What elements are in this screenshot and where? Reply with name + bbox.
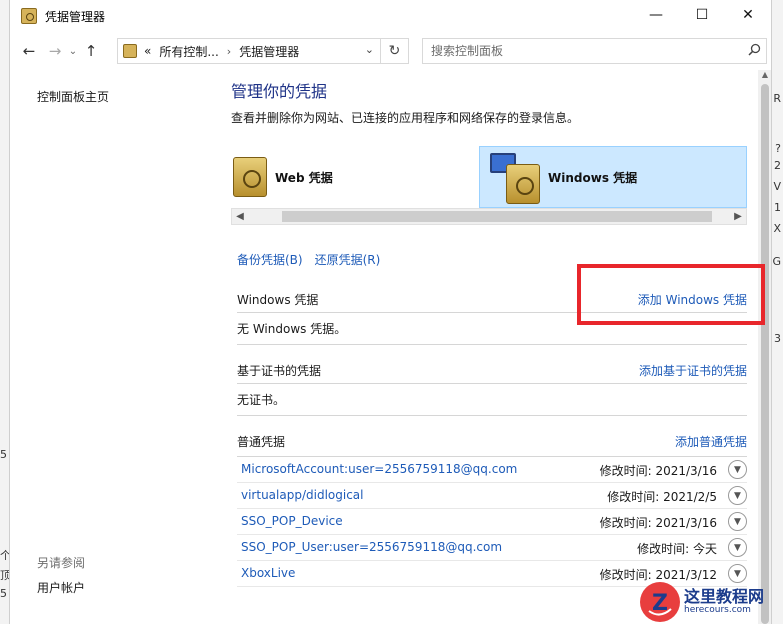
certificate-credentials-body: 无证书。 — [237, 383, 747, 416]
vertical-scrollbar[interactable]: ▲ — [758, 70, 771, 624]
expand-chevron-icon[interactable]: ▼ — [728, 486, 747, 505]
sidebar: 控制面板主页 另请参阅 用户帐户 — [10, 70, 220, 624]
scroll-left-icon[interactable]: ◀ — [232, 209, 248, 224]
add-windows-credential-link[interactable]: 添加 Windows 凭据 — [638, 291, 747, 308]
breadcrumb-all-control-panel[interactable]: 所有控制... — [159, 43, 218, 60]
watermark: Z 这里教程网 herecours.com — [640, 580, 783, 624]
windows-credentials-body: 无 Windows 凭据。 — [237, 312, 747, 345]
scroll-right-icon[interactable]: ▶ — [730, 209, 746, 224]
vault-icon — [233, 157, 267, 197]
scrollbar-thumb[interactable] — [761, 84, 769, 624]
control-panel-icon — [123, 44, 137, 58]
expand-chevron-icon[interactable]: ▼ — [728, 460, 747, 479]
credential-name[interactable]: MicrosoftAccount:user=2556759118@qq.com — [241, 462, 517, 476]
bg-mark: 3 — [774, 332, 781, 345]
credential-name[interactable]: SSO_POP_Device — [241, 514, 343, 528]
windows-credentials-header: Windows 凭据 添加 Windows 凭据 — [237, 287, 747, 311]
title-bar[interactable]: 凭据管理器 — ☐ ✕ — [10, 0, 771, 32]
generic-credentials-header: 普通凭据 添加普通凭据 — [237, 429, 747, 453]
credential-modified: 修改时间: 2021/2/5 — [607, 490, 717, 504]
search-icon[interactable] — [742, 43, 766, 60]
window-title: 凭据管理器 — [45, 9, 106, 24]
certificate-credentials-header: 基于证书的凭据 添加基于证书的凭据 — [237, 358, 747, 382]
section-label: 基于证书的凭据 — [237, 364, 322, 378]
backup-restore-links: 备份凭据(B) 还原凭据(R) — [237, 251, 380, 268]
recent-locations-button[interactable]: ⌄ — [66, 38, 80, 64]
credential-type-tabs: Web 凭据 Windows 凭据 — [231, 146, 747, 208]
section-label: Windows 凭据 — [237, 293, 319, 307]
address-bar[interactable]: « 所有控制... › 凭据管理器 ⌄ ↻ — [117, 38, 409, 64]
tab-windows-credentials[interactable]: Windows 凭据 — [479, 146, 747, 208]
watermark-text: 这里教程网 herecours.com — [684, 588, 764, 615]
empty-message: 无证书。 — [237, 393, 286, 407]
horizontal-scrollbar[interactable]: ◀ ▶ — [231, 208, 747, 225]
credential-manager-icon — [21, 8, 37, 24]
see-also-heading: 另请参阅 — [37, 556, 86, 570]
credential-name[interactable]: virtualapp/didlogical — [241, 488, 363, 502]
vault-icon — [506, 164, 540, 204]
scrollbar-thumb[interactable] — [282, 211, 712, 222]
credential-manager-window: 凭据管理器 — ☐ ✕ ← → ⌄ ↑ « 所有控制... › 凭据管理器 ⌄ … — [9, 0, 772, 624]
control-panel-home-link[interactable]: 控制面板主页 — [37, 88, 109, 105]
empty-message: 无 Windows 凭据。 — [237, 322, 347, 336]
credential-row[interactable]: MicrosoftAccount:user=2556759118@qq.com … — [237, 457, 747, 483]
add-certificate-credential-link[interactable]: 添加基于证书的凭据 — [639, 362, 747, 379]
search-input[interactable] — [423, 40, 742, 62]
bg-mark: G — [772, 255, 781, 268]
minimize-button[interactable]: — — [633, 0, 679, 30]
bg-mark: R — [773, 92, 781, 105]
backup-credentials-link[interactable]: 备份凭据(B) — [237, 251, 303, 268]
tab-label: Web 凭据 — [275, 170, 333, 185]
watermark-logo-icon: Z — [640, 582, 680, 622]
user-accounts-link[interactable]: 用户帐户 — [37, 579, 85, 596]
tab-web-credentials[interactable]: Web 凭据 — [231, 146, 459, 208]
credential-modified: 修改时间: 2021/3/16 — [599, 464, 717, 478]
navigation-bar: ← → ⌄ ↑ « 所有控制... › 凭据管理器 ⌄ ↻ — [10, 32, 771, 70]
background-left-strip: 5 个 顶 5 — [0, 0, 11, 624]
back-button[interactable]: ← — [18, 38, 40, 64]
scroll-up-icon[interactable]: ▲ — [758, 70, 771, 82]
section-label: 普通凭据 — [237, 435, 286, 449]
bg-mark: X — [773, 222, 781, 235]
breadcrumb-credential-manager[interactable]: 凭据管理器 — [239, 43, 299, 60]
page-description: 查看并删除你为网站、已连接的应用程序和网络保存的登录信息。 — [231, 111, 580, 125]
credential-row[interactable]: virtualapp/didlogical 修改时间: 2021/2/5 ▼ — [237, 483, 747, 509]
watermark-cn: 这里教程网 — [684, 587, 765, 607]
up-button[interactable]: ↑ — [80, 38, 102, 64]
bg-mark: V — [773, 180, 781, 193]
bg-mark: ? — [775, 142, 781, 155]
bg-mark: 5 — [0, 587, 7, 600]
close-button[interactable]: ✕ — [725, 0, 771, 30]
search-box[interactable] — [422, 38, 767, 64]
main-content: 管理你的凭据 查看并删除你为网站、已连接的应用程序和网络保存的登录信息。 Web… — [231, 70, 758, 624]
expand-chevron-icon[interactable]: ▼ — [728, 538, 747, 557]
generic-credentials-list: MicrosoftAccount:user=2556759118@qq.com … — [237, 456, 747, 587]
window-controls: — ☐ ✕ — [633, 0, 771, 30]
address-overflow-button[interactable]: « — [144, 44, 151, 58]
credential-row[interactable]: SSO_POP_Device 修改时间: 2021/3/16 ▼ — [237, 509, 747, 535]
tab-label: Windows 凭据 — [548, 170, 638, 185]
bg-mark: 2 — [774, 159, 781, 172]
bg-mark: 5 — [0, 448, 7, 461]
add-generic-credential-link[interactable]: 添加普通凭据 — [675, 433, 747, 450]
bg-mark: 1 — [774, 201, 781, 214]
page-title: 管理你的凭据 — [231, 82, 328, 101]
maximize-button[interactable]: ☐ — [679, 0, 725, 30]
refresh-button[interactable]: ↻ — [380, 39, 408, 63]
expand-chevron-icon[interactable]: ▼ — [728, 512, 747, 531]
credential-modified: 修改时间: 今天 — [637, 542, 717, 556]
chevron-right-icon[interactable]: › — [227, 45, 231, 58]
credential-modified: 修改时间: 2021/3/16 — [599, 516, 717, 530]
watermark-en: herecours.com — [684, 604, 751, 615]
credential-name[interactable]: XboxLive — [241, 566, 295, 580]
forward-button[interactable]: → — [44, 38, 66, 64]
restore-credentials-link[interactable]: 还原凭据(R) — [315, 251, 381, 268]
credential-name[interactable]: SSO_POP_User:user=2556759118@qq.com — [241, 540, 502, 554]
chevron-down-icon[interactable]: ⌄ — [365, 43, 374, 56]
credential-row[interactable]: SSO_POP_User:user=2556759118@qq.com 修改时间… — [237, 535, 747, 561]
